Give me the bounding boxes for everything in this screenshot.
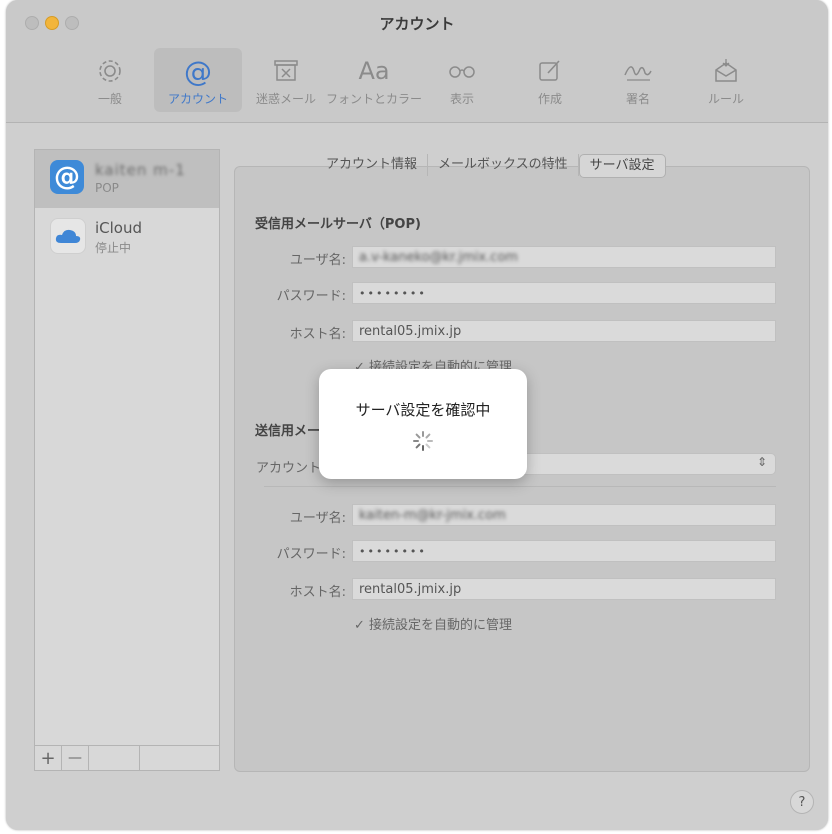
outgoing-username-label: ユーザ名: [289, 511, 346, 526]
sidebar-bottom-bar: + — [35, 745, 219, 770]
glasses-icon [447, 54, 477, 88]
account-tabs: アカウント情報 メールボックスの特性 サーバ設定 [316, 154, 666, 178]
gear-icon [97, 54, 123, 88]
toolbar-accounts-label: アカウント [167, 92, 228, 106]
account-type: POP [95, 181, 119, 195]
tab-mailbox-behaviors[interactable]: メールボックスの特性 [428, 154, 579, 176]
window-title: アカウント [379, 15, 455, 33]
outgoing-auto-manage-label: 接続設定を自動的に管理 [369, 618, 513, 633]
incoming-username-field[interactable]: a.v-kaneko@kr.jmix.com [352, 246, 776, 268]
incoming-username-value: a.v-kaneko@kr.jmix.com [359, 250, 518, 265]
outgoing-account-label: アカウント: [256, 461, 326, 476]
preferences-toolbar: 一般 @ アカウント 迷惑メール Aa フォントとカラー 表示 作成 署名 ルー… [66, 48, 770, 112]
checking-server-settings-dialog: サーバ設定を確認中 [319, 369, 527, 479]
incoming-password-field[interactable]: •••••••• [352, 282, 776, 304]
incoming-password-label: パスワード: [276, 289, 346, 304]
titlebar: アカウント 一般 @ アカウント 迷惑メール Aa フォントとカラー 表示 作成… [6, 0, 828, 123]
toolbar-general-label: 一般 [97, 92, 122, 106]
sidebar-spacer [89, 746, 140, 770]
incoming-section-title: 受信用メールサーバ（POP) [255, 217, 421, 232]
cloud-icon [50, 218, 86, 254]
rules-icon [713, 54, 739, 88]
incoming-host-field[interactable]: rental05.jmix.jp [352, 320, 776, 342]
incoming-host-label: ホスト名: [289, 327, 346, 342]
help-button[interactable]: ? [790, 790, 814, 814]
updown-chevron-icon: ⇕ [756, 455, 767, 469]
toolbar-signatures-label: 署名 [625, 92, 650, 106]
junk-icon [272, 54, 300, 88]
outgoing-host-label: ホスト名: [289, 585, 346, 600]
checkmark-icon: ✓ [354, 618, 365, 633]
add-account-button[interactable]: + [35, 746, 62, 770]
outgoing-username-value: kaiten-m@kr-jmix.com [359, 508, 506, 523]
at-icon: @ [50, 160, 84, 194]
outgoing-username-field[interactable]: kaiten-m@kr-jmix.com [352, 504, 776, 526]
toolbar-rules-label: ルール [707, 92, 744, 106]
toolbar-composing[interactable]: 作成 [506, 48, 594, 112]
spinner-icon [412, 430, 434, 452]
toolbar-composing-label: 作成 [537, 92, 562, 106]
toolbar-junk-label: 迷惑メール [255, 92, 316, 106]
incoming-username-label: ユーザ名: [289, 253, 346, 268]
toolbar-viewing[interactable]: 表示 [418, 48, 506, 112]
toolbar-general[interactable]: 一般 [66, 48, 154, 112]
outgoing-password-field[interactable]: •••••••• [352, 540, 776, 562]
toolbar-fonts-label: フォントとカラー [326, 92, 423, 106]
toolbar-signatures[interactable]: 署名 [594, 48, 682, 112]
accounts-sidebar: @ kaiten m-1 POP iCloud 停止中 + — [34, 149, 220, 771]
outgoing-password-label: パスワード: [276, 547, 346, 562]
account-row-pop[interactable]: @ kaiten m-1 POP [35, 150, 219, 208]
checking-status-text: サーバ設定を確認中 [355, 401, 491, 419]
tab-server-settings[interactable]: サーバ設定 [578, 154, 666, 178]
at-icon: @ [184, 54, 212, 88]
toolbar-viewing-label: 表示 [449, 92, 474, 106]
fonts-icon: Aa [358, 57, 390, 85]
outgoing-auto-manage-checkbox[interactable]: ✓ 接続設定を自動的に管理 [354, 614, 512, 633]
account-name: iCloud [95, 219, 143, 237]
account-row-icloud[interactable]: iCloud 停止中 [35, 208, 219, 266]
tab-account-info[interactable]: アカウント情報 [316, 154, 429, 176]
outgoing-host-field[interactable]: rental05.jmix.jp [352, 578, 776, 600]
toolbar-accounts[interactable]: @ アカウント [154, 48, 242, 112]
remove-account-button[interactable]: — [62, 746, 89, 770]
signature-icon [623, 54, 653, 88]
toolbar-rules[interactable]: ルール [682, 48, 770, 112]
compose-icon [537, 54, 563, 88]
account-name: kaiten m-1 [95, 161, 186, 179]
toolbar-fonts-colors[interactable]: Aa フォントとカラー [326, 48, 422, 112]
toolbar-junk[interactable]: 迷惑メール [242, 48, 330, 112]
section-divider [264, 486, 776, 487]
account-status: 停止中 [95, 241, 132, 255]
